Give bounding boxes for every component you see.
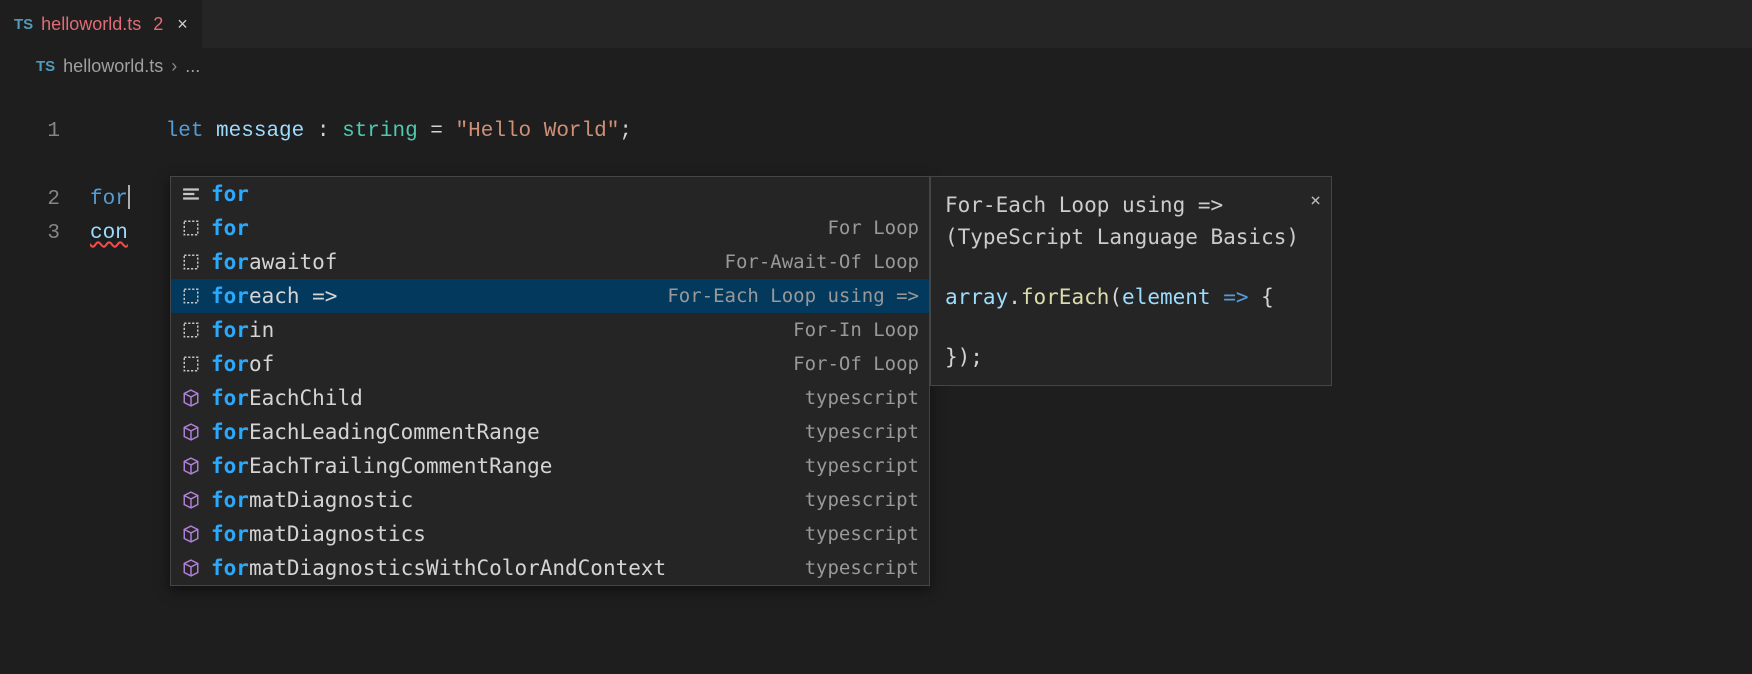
line-number: 1: [0, 115, 90, 149]
suggestion-label: for: [211, 182, 249, 206]
suggestion-label: forEachChild: [211, 386, 363, 410]
token-string: "Hello World": [456, 120, 620, 143]
suggestion-label: formatDiagnostics: [211, 522, 426, 546]
suggestion-item[interactable]: forof For-Of Loop: [171, 347, 929, 381]
module-icon: [181, 490, 201, 510]
token-keyword: let: [166, 120, 204, 143]
tab-problems-badge: 2: [153, 14, 163, 35]
tab-helloworld[interactable]: TS helloworld.ts 2 ×: [0, 0, 203, 48]
token-punct: :: [304, 120, 342, 143]
suggestion-description: For-Each Loop using =>: [667, 285, 919, 307]
token-punct: =: [418, 120, 456, 143]
suggestion-item[interactable]: formatDiagnostic typescript: [171, 483, 929, 517]
suggestion-label: forin: [211, 318, 274, 342]
typescript-file-icon: TS: [14, 16, 33, 33]
breadcrumb-rest: ...: [185, 56, 200, 77]
intellisense-documentation: × For-Each Loop using => (TypeScript Lan…: [930, 176, 1332, 386]
suggestion-label: formatDiagnostic: [211, 488, 413, 512]
suggestion-description: typescript: [805, 489, 919, 511]
module-icon: [181, 558, 201, 578]
token-punct: ;: [619, 120, 632, 143]
suggestion-label: forawaitof: [211, 250, 337, 274]
doc-code-preview: });: [945, 341, 1317, 373]
suggestion-label: forEachTrailingCommentRange: [211, 454, 552, 478]
snippet-icon: [181, 320, 201, 340]
intellisense-suggestions[interactable]: for for For Loop forawaitof For-Await-Of Loo…: [170, 176, 930, 586]
doc-title: For-Each Loop using => (TypeScript Langu…: [945, 189, 1317, 253]
token-variable: message: [216, 120, 304, 143]
suggestion-item[interactable]: for: [171, 177, 929, 211]
snippet-icon: [181, 286, 201, 306]
doc-code-preview: array.forEach(element => {: [945, 281, 1317, 313]
suggestion-item[interactable]: forEachChild typescript: [171, 381, 929, 415]
module-icon: [181, 388, 201, 408]
snippet-icon: [181, 354, 201, 374]
suggestion-description: typescript: [805, 421, 919, 443]
breadcrumb[interactable]: TS helloworld.ts › ...: [0, 48, 1752, 81]
suggestion-item[interactable]: forEachLeadingCommentRange typescript: [171, 415, 929, 449]
token-type: string: [342, 120, 418, 143]
suggestion-label: foreach =>: [211, 284, 337, 308]
suggestion-label: for: [211, 216, 249, 240]
suggestion-description: For Loop: [827, 217, 919, 239]
typescript-file-icon: TS: [36, 58, 55, 75]
suggestion-description: For-Of Loop: [793, 353, 919, 375]
chevron-right-icon: ›: [171, 56, 177, 77]
line-number: 3: [0, 217, 90, 251]
code-line: 1 let message : string = "Hello World";: [0, 81, 1752, 183]
suggestion-description: typescript: [805, 557, 919, 579]
suggestion-item[interactable]: forin For-In Loop: [171, 313, 929, 347]
tab-filename: helloworld.ts: [41, 14, 141, 35]
suggestion-description: For-Await-Of Loop: [725, 251, 919, 273]
suggestion-label: forof: [211, 352, 274, 376]
close-icon[interactable]: ×: [1310, 185, 1321, 217]
token-error: con: [90, 222, 128, 245]
suggestion-item[interactable]: for For Loop: [171, 211, 929, 245]
suggestion-description: typescript: [805, 387, 919, 409]
suggestion-description: typescript: [805, 455, 919, 477]
suggestion-description: For-In Loop: [793, 319, 919, 341]
breadcrumb-filename: helloworld.ts: [63, 56, 163, 77]
module-icon: [181, 422, 201, 442]
suggestion-item[interactable]: forEachTrailingCommentRange typescript: [171, 449, 929, 483]
suggestion-item[interactable]: formatDiagnosticsWithColorAndContext type…: [171, 551, 929, 585]
tab-bar: TS helloworld.ts 2 ×: [0, 0, 1752, 48]
text-cursor: [128, 185, 130, 209]
module-icon: [181, 524, 201, 544]
close-icon[interactable]: ×: [177, 14, 188, 35]
keyword-icon: [181, 184, 201, 204]
suggestion-label: forEachLeadingCommentRange: [211, 420, 540, 444]
suggestion-label: formatDiagnosticsWithColorAndContext: [211, 556, 666, 580]
snippet-icon: [181, 252, 201, 272]
suggestion-item[interactable]: formatDiagnostics typescript: [171, 517, 929, 551]
module-icon: [181, 456, 201, 476]
suggestion-item[interactable]: forawaitof For-Await-Of Loop: [171, 245, 929, 279]
token-keyword: for: [90, 188, 128, 211]
suggestion-description: typescript: [805, 523, 919, 545]
snippet-icon: [181, 218, 201, 238]
suggestion-item[interactable]: foreach => For-Each Loop using =>: [171, 279, 929, 313]
line-number: 2: [0, 183, 90, 217]
